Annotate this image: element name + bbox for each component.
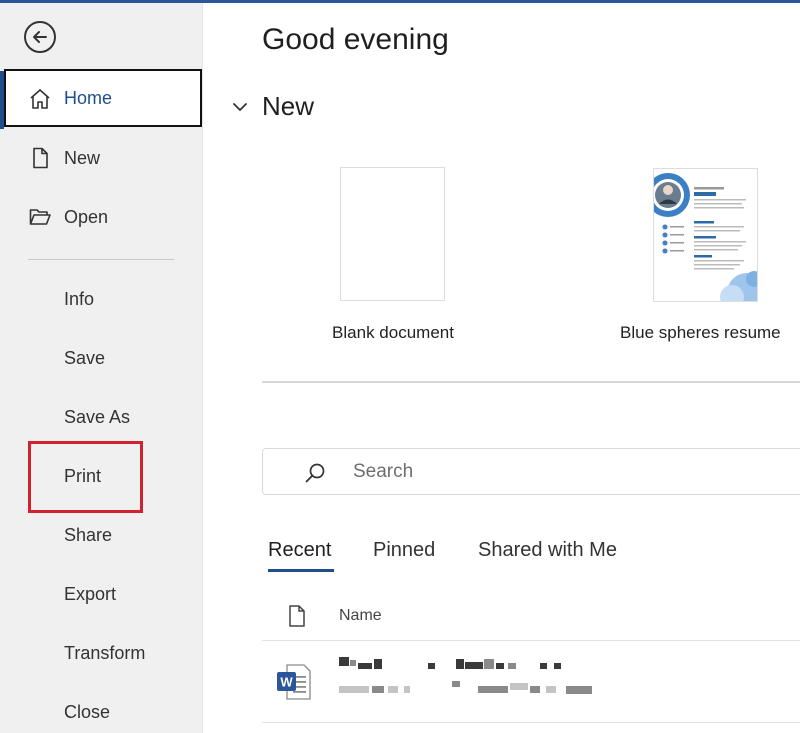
sidebar-item-info[interactable]: Info — [0, 271, 203, 327]
back-arrow-icon — [33, 31, 47, 43]
sidebar-item-open[interactable]: Open — [0, 189, 203, 245]
home-icon — [30, 89, 50, 109]
new-section-header[interactable]: New — [231, 91, 314, 122]
sidebar-item-label: Share — [64, 524, 113, 545]
backstage-sidebar: Home New Open Info Save Save As Print Sh… — [0, 3, 203, 733]
sidebar-item-transform[interactable]: Transform — [0, 625, 203, 681]
search-box[interactable] — [262, 448, 800, 495]
back-button[interactable] — [24, 21, 56, 53]
print-highlight-box — [28, 441, 143, 513]
template-blue-spheres-resume[interactable] — [653, 168, 758, 302]
sidebar-item-label: Info — [64, 288, 95, 309]
resume-thumbnail — [654, 173, 757, 301]
new-document-icon — [33, 147, 48, 169]
tab-recent[interactable]: Recent — [268, 539, 331, 562]
sidebar-item-label: Home — [64, 87, 113, 108]
sidebar-item-export[interactable]: Export — [0, 566, 203, 622]
sidebar-item-home[interactable]: Home — [4, 69, 202, 127]
backstage-main: Good evening New Blank document Blue sph… — [203, 3, 800, 733]
template-label: Blue spheres resume — [620, 323, 781, 342]
sidebar-item-close[interactable]: Close — [0, 684, 203, 733]
tab-shared-with-me[interactable]: Shared with Me — [478, 539, 617, 562]
sidebar-item-save-as[interactable]: Save As — [0, 389, 203, 445]
file-list-header: Name — [262, 595, 800, 641]
sidebar-item-label: Save — [64, 347, 106, 368]
sidebar-item-label: New — [64, 147, 101, 168]
sidebar-item-new[interactable]: New — [0, 130, 203, 186]
table-row[interactable]: W — [262, 643, 800, 723]
section-divider — [262, 381, 800, 383]
sidebar-item-label: Save As — [64, 406, 131, 427]
chevron-down-icon — [233, 102, 247, 111]
template-blank-document[interactable] — [340, 167, 445, 301]
section-title: New — [262, 91, 315, 121]
sidebar-item-label: Export — [64, 583, 117, 604]
word-file-icon: W — [277, 664, 311, 700]
sidebar-item-label: Close — [64, 701, 111, 722]
search-icon — [305, 463, 325, 483]
tab-pinned[interactable]: Pinned — [373, 539, 435, 562]
sidebar-item-share[interactable]: Share — [0, 507, 203, 563]
folder-open-icon — [29, 209, 51, 225]
svg-text:W: W — [280, 675, 293, 690]
sidebar-item-save[interactable]: Save — [0, 330, 203, 386]
name-column-header[interactable]: Name — [339, 607, 382, 625]
template-label: Blank document — [332, 323, 454, 342]
document-type-icon — [289, 605, 305, 627]
page-title: Good evening — [262, 23, 449, 56]
sidebar-divider — [28, 259, 174, 260]
sidebar-item-label: Open — [64, 206, 109, 227]
active-tab-indicator — [268, 569, 334, 572]
search-input[interactable] — [353, 457, 773, 487]
sidebar-item-label: Transform — [64, 642, 146, 663]
